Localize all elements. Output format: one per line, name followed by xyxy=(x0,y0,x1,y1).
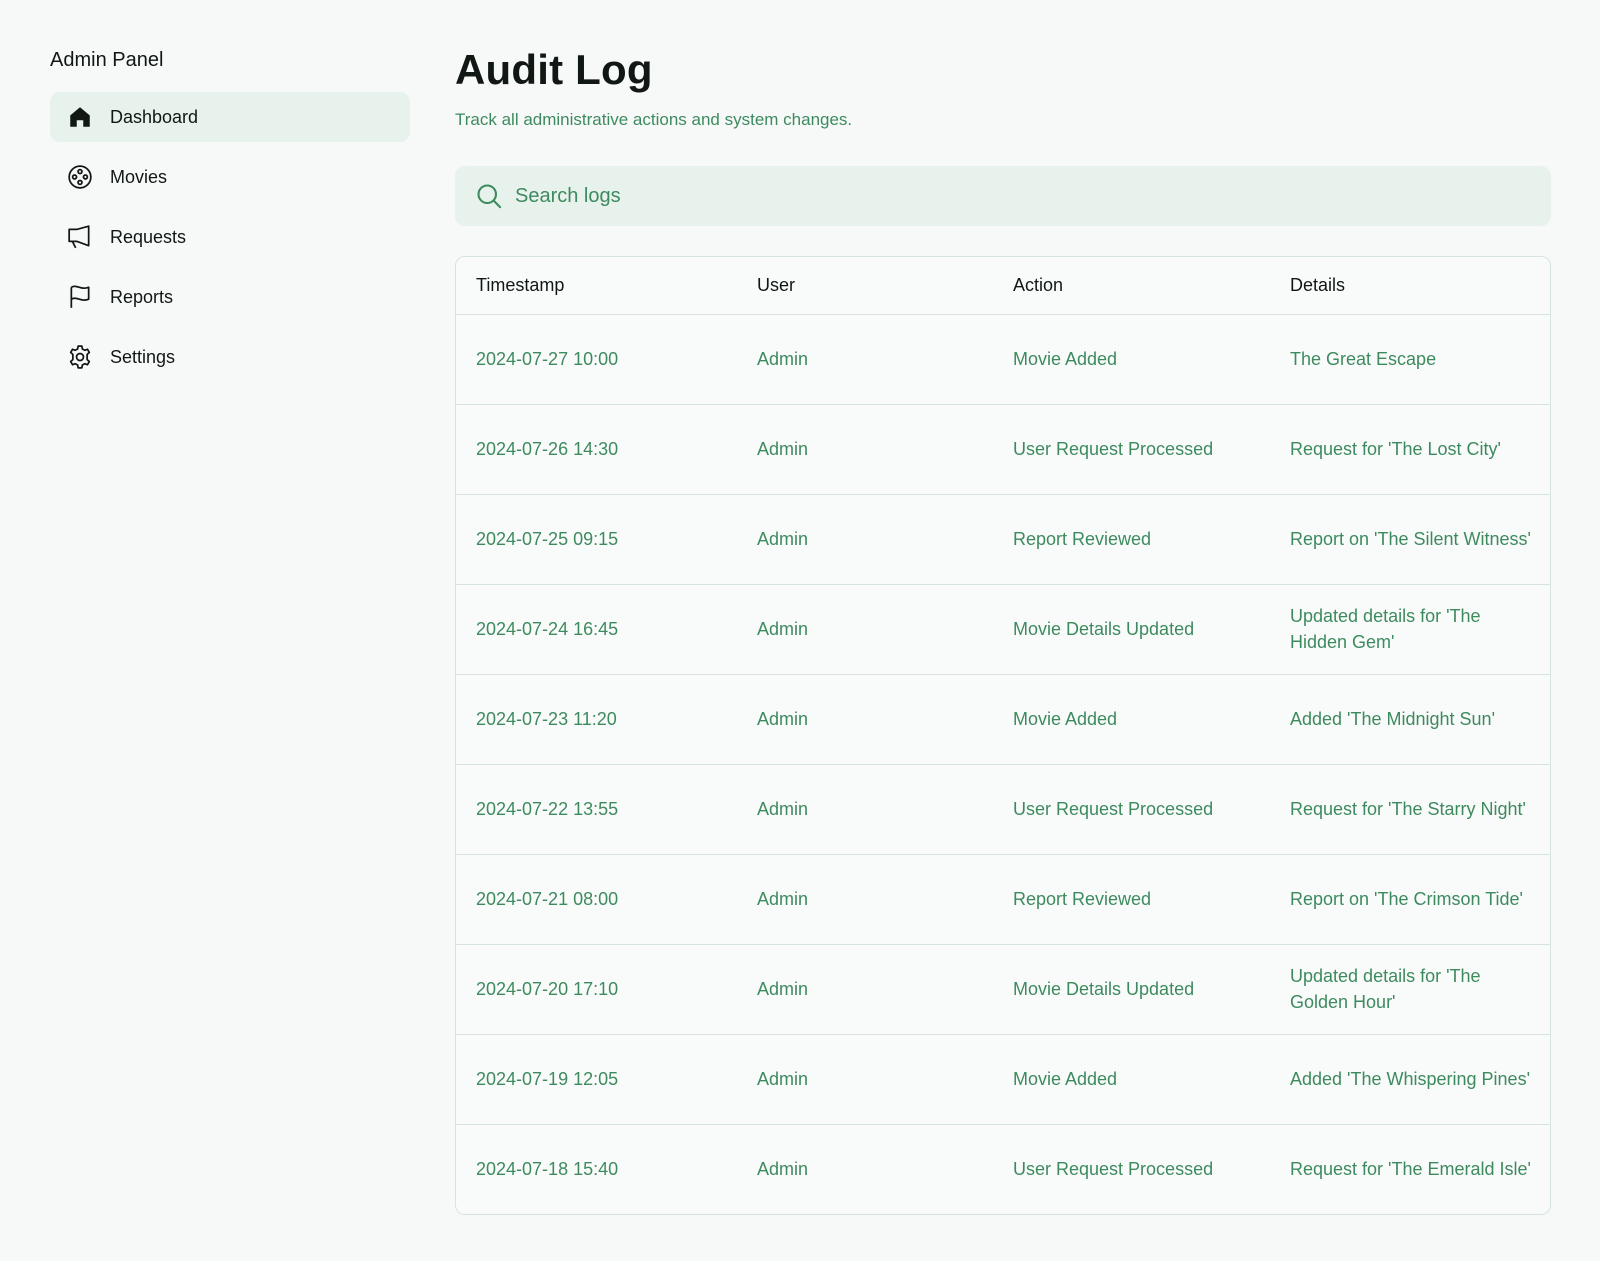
sidebar: Admin Panel Dashboard Movies Requests Re… xyxy=(50,46,410,392)
table-row[interactable]: 2024-07-21 08:00 Admin Report Reviewed R… xyxy=(456,853,1550,944)
cell-action: Movie Added xyxy=(993,1033,1270,1124)
column-header-timestamp[interactable]: Timestamp xyxy=(456,257,737,314)
cell-user: Admin xyxy=(737,853,993,944)
megaphone-icon xyxy=(66,223,94,251)
app: Admin Panel Dashboard Movies Requests Re… xyxy=(0,0,1600,1261)
cell-timestamp: 2024-07-23 11:20 xyxy=(456,673,737,764)
cell-action: User Request Processed xyxy=(993,763,1270,854)
cell-action: User Request Processed xyxy=(993,1123,1270,1214)
cell-details: Request for 'The Starry Night' xyxy=(1270,763,1550,854)
cell-action: Movie Added xyxy=(993,673,1270,764)
cell-action: Report Reviewed xyxy=(993,853,1270,944)
flag-icon xyxy=(66,283,94,311)
sidebar-item-dashboard[interactable]: Dashboard xyxy=(50,92,410,142)
column-header-details[interactable]: Details xyxy=(1270,257,1550,314)
page-title: Audit Log xyxy=(455,46,653,93)
cell-timestamp: 2024-07-19 12:05 xyxy=(456,1033,737,1124)
cell-user: Admin xyxy=(737,403,993,494)
cell-timestamp: 2024-07-24 16:45 xyxy=(456,583,737,674)
cell-user: Admin xyxy=(737,943,993,1034)
cell-action: Report Reviewed xyxy=(993,493,1270,584)
cell-timestamp: 2024-07-21 08:00 xyxy=(456,853,737,944)
cell-timestamp: 2024-07-25 09:15 xyxy=(456,493,737,584)
table-row[interactable]: 2024-07-27 10:00 Admin Movie Added The G… xyxy=(456,313,1550,404)
cell-details: Report on 'The Crimson Tide' xyxy=(1270,853,1550,944)
cell-details: Report on 'The Silent Witness' xyxy=(1270,493,1550,584)
sidebar-item-label: Movies xyxy=(110,166,168,187)
sidebar-item-label: Requests xyxy=(110,226,187,247)
cell-user: Admin xyxy=(737,583,993,674)
cell-details: The Great Escape xyxy=(1270,313,1550,404)
cell-action: Movie Added xyxy=(993,313,1270,404)
cell-details: Updated details for 'The Golden Hour' xyxy=(1270,943,1550,1034)
sidebar-item-movies[interactable]: Movies xyxy=(50,152,410,202)
sidebar-item-requests[interactable]: Requests xyxy=(50,212,410,262)
column-header-user[interactable]: User xyxy=(737,257,993,314)
cell-details: Added 'The Whispering Pines' xyxy=(1270,1033,1550,1124)
cell-timestamp: 2024-07-26 14:30 xyxy=(456,403,737,494)
cell-action: Movie Details Updated xyxy=(993,583,1270,674)
table-row[interactable]: 2024-07-18 15:40 Admin User Request Proc… xyxy=(456,1123,1550,1214)
cell-user: Admin xyxy=(737,493,993,584)
sidebar-title: Admin Panel xyxy=(50,49,164,71)
table-row[interactable]: 2024-07-20 17:10 Admin Movie Details Upd… xyxy=(456,943,1550,1034)
page-subtitle: Track all administrative actions and sys… xyxy=(455,110,853,129)
house-icon xyxy=(66,103,94,131)
sidebar-nav: Dashboard Movies Requests Reports Settin… xyxy=(50,92,410,382)
cell-timestamp: 2024-07-18 15:40 xyxy=(456,1123,737,1214)
cell-details: Added 'The Midnight Sun' xyxy=(1270,673,1550,764)
gear-icon xyxy=(66,343,94,371)
table-row[interactable]: 2024-07-23 11:20 Admin Movie Added Added… xyxy=(456,673,1550,764)
cell-user: Admin xyxy=(737,763,993,854)
table-header-row: Timestamp User Action Details xyxy=(456,257,1550,314)
cell-details: Request for 'The Emerald Isle' xyxy=(1270,1123,1550,1214)
cell-timestamp: 2024-07-20 17:10 xyxy=(456,943,737,1034)
cell-timestamp: 2024-07-22 13:55 xyxy=(456,763,737,854)
cell-action: Movie Details Updated xyxy=(993,943,1270,1034)
cell-user: Admin xyxy=(737,313,993,404)
audit-log-table: Timestamp User Action Details 2024-07-27… xyxy=(455,256,1551,1215)
table-row[interactable]: 2024-07-24 16:45 Admin Movie Details Upd… xyxy=(456,583,1550,674)
cell-user: Admin xyxy=(737,1123,993,1214)
search-icon xyxy=(475,182,503,210)
table-row[interactable]: 2024-07-22 13:55 Admin User Request Proc… xyxy=(456,763,1550,854)
sidebar-item-reports[interactable]: Reports xyxy=(50,272,410,322)
sidebar-item-label: Reports xyxy=(110,286,174,307)
table-row[interactable]: 2024-07-25 09:15 Admin Report Reviewed R… xyxy=(456,493,1550,584)
table-row[interactable]: 2024-07-26 14:30 Admin User Request Proc… xyxy=(456,403,1550,494)
cell-user: Admin xyxy=(737,1033,993,1124)
cell-user: Admin xyxy=(737,673,993,764)
cell-details: Updated details for 'The Hidden Gem' xyxy=(1270,583,1550,674)
film-reel-icon xyxy=(66,163,94,191)
cell-details: Request for 'The Lost City' xyxy=(1270,403,1550,494)
sidebar-item-label: Dashboard xyxy=(110,106,199,127)
sidebar-item-settings[interactable]: Settings xyxy=(50,332,410,382)
sidebar-item-label: Settings xyxy=(110,346,176,367)
search-bar xyxy=(455,166,1551,226)
cell-action: User Request Processed xyxy=(993,403,1270,494)
main-content: Audit Log Track all administrative actio… xyxy=(455,42,1551,1215)
table-row[interactable]: 2024-07-19 12:05 Admin Movie Added Added… xyxy=(456,1033,1550,1124)
cell-timestamp: 2024-07-27 10:00 xyxy=(456,313,737,404)
column-header-action[interactable]: Action xyxy=(993,257,1270,314)
search-input[interactable] xyxy=(515,184,1515,208)
